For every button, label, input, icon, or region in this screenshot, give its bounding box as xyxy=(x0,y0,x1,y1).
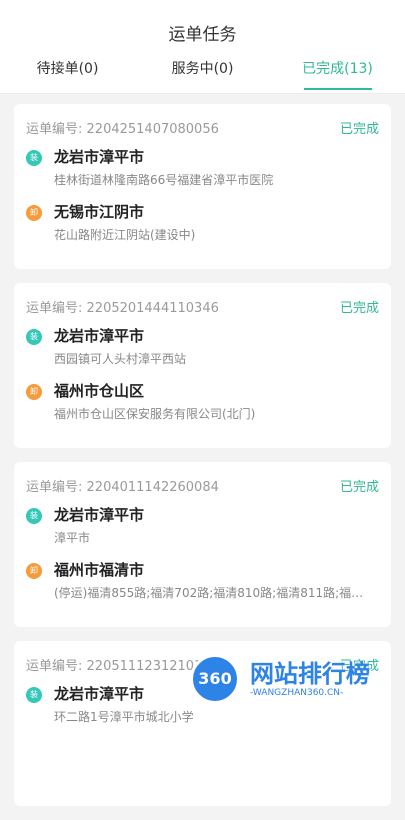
load-stop: 装 龙岩市漳平市 桂林街道林隆南路66号福建省漳平市医院 xyxy=(26,146,379,189)
order-number: 运单编号: 2204251407080056 xyxy=(26,121,219,137)
unload-badge-icon: 卸 xyxy=(26,563,42,579)
status-label: 已完成 xyxy=(339,121,379,137)
tab-in-service[interactable]: 服务中(0) xyxy=(135,58,270,78)
unload-city: 无锡市江阴市 xyxy=(54,203,145,221)
load-city: 龙岩市漳平市 xyxy=(54,506,145,524)
order-number: 运单编号: 220511123121018 xyxy=(26,658,211,674)
unload-address: 福州市仓山区保安服务有限公司(北门) xyxy=(54,407,256,421)
order-number: 运单编号: 2204011142260084 xyxy=(26,479,219,495)
unload-city: 福州市福清市 xyxy=(54,561,145,579)
watermark-name: 网站排行榜 xyxy=(250,660,370,688)
order-card[interactable]: 运单编号: 2205201444110346 已完成 装 龙岩市漳平市 西园镇可… xyxy=(14,283,391,448)
watermark-logo-icon: 360 xyxy=(190,654,240,704)
tab-active-indicator xyxy=(304,88,372,90)
unload-badge-icon: 卸 xyxy=(26,384,42,400)
order-card[interactable]: 运单编号: 2204251407080056 已完成 装 龙岩市漳平市 桂林街道… xyxy=(14,104,391,269)
load-badge-icon: 装 xyxy=(26,150,42,166)
load-badge-icon: 装 xyxy=(26,687,42,703)
unload-stop: 卸 福州市福清市 (停运)福清855路;福清702路;福清810路;福清811路… xyxy=(26,559,379,602)
tab-bar: 待接单(0) 服务中(0) 已完成(13) xyxy=(0,58,405,90)
load-stop: 装 龙岩市漳平市 漳平市 xyxy=(26,504,379,547)
load-badge-icon: 装 xyxy=(26,508,42,524)
status-label: 已完成 xyxy=(339,479,379,495)
load-city: 龙岩市漳平市 xyxy=(54,148,145,166)
load-badge-icon: 装 xyxy=(26,329,42,345)
load-address: 西园镇可人头村漳平西站 xyxy=(54,352,187,366)
tab-pending[interactable]: 待接单(0) xyxy=(0,58,135,78)
unload-stop: 卸 福州市仓山区 福州市仓山区保安服务有限公司(北门) xyxy=(26,380,379,423)
unload-city: 福州市仓山区 xyxy=(54,382,145,400)
unload-address: 花山路附近江阴站(建设中) xyxy=(54,228,196,242)
unload-stop: 卸 无锡市江阴市 花山路附近江阴站(建设中) xyxy=(26,201,379,244)
load-city: 龙岩市漳平市 xyxy=(54,327,145,345)
unload-address: (停运)福清855路;福清702路;福清810路;福清811路;福… xyxy=(54,586,364,600)
load-address: 漳平市 xyxy=(54,531,91,545)
load-address: 桂林街道林隆南路66号福建省漳平市医院 xyxy=(54,173,274,187)
unload-badge-icon: 卸 xyxy=(26,205,42,221)
tab-completed[interactable]: 已完成(13) xyxy=(270,58,405,78)
watermark-domain: -WANGZHAN360.CN- xyxy=(250,688,344,698)
order-number: 运单编号: 2205201444110346 xyxy=(26,300,219,316)
watermark: 360 网站排行榜 -WANGZHAN360.CN- xyxy=(190,650,395,714)
load-stop: 装 龙岩市漳平市 西园镇可人头村漳平西站 xyxy=(26,325,379,368)
status-label: 已完成 xyxy=(339,300,379,316)
header: 运单任务 待接单(0) 服务中(0) 已完成(13) xyxy=(0,0,405,94)
order-card[interactable]: 运单编号: 2204011142260084 已完成 装 龙岩市漳平市 漳平市 … xyxy=(14,462,391,627)
page-title: 运单任务 xyxy=(168,25,237,45)
